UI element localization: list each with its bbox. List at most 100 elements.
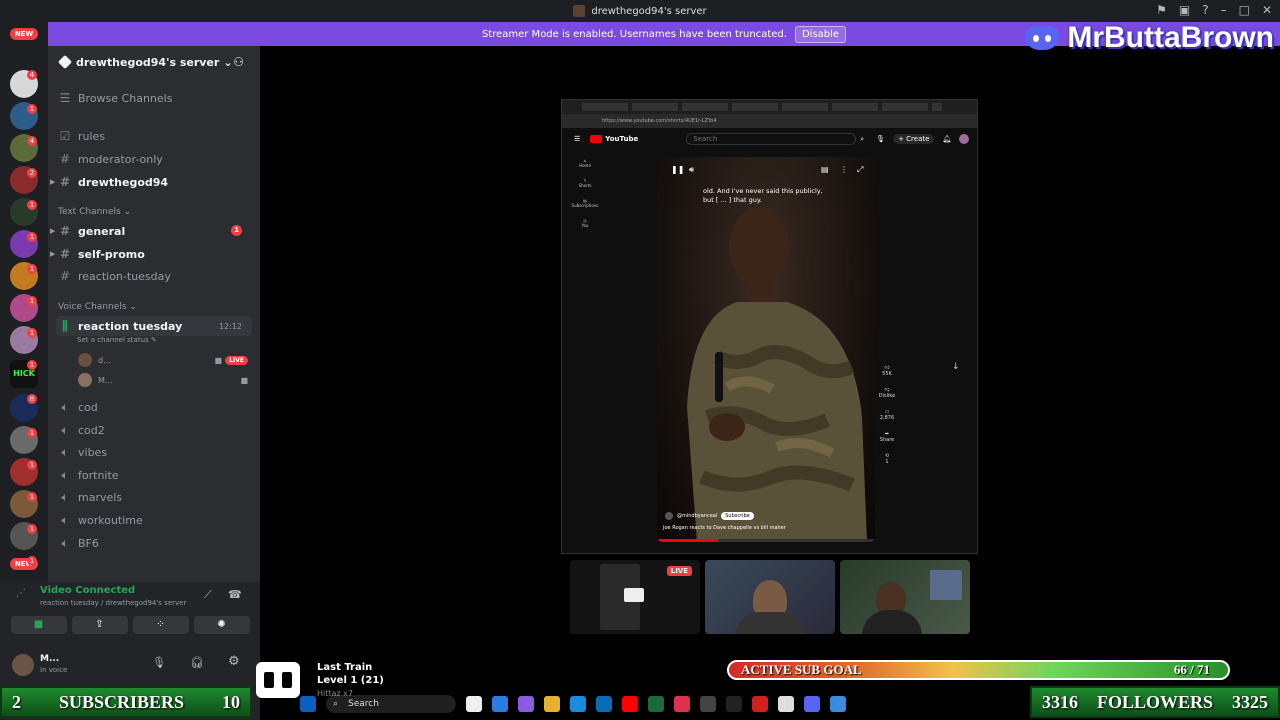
webcam-tile[interactable]: [705, 560, 835, 634]
subs-label: SUBSCRIBERS: [58, 691, 185, 712]
stream-tile[interactable]: LIVE: [570, 560, 700, 634]
voice-channel-bf6[interactable]: 🔈︎ BF6: [56, 533, 252, 553]
app-icon[interactable]: [518, 696, 534, 712]
noise-suppression-icon[interactable]: ⟋: [204, 588, 212, 602]
channel-rules[interactable]: ☑ rules: [56, 126, 252, 146]
discord-icon[interactable]: [804, 696, 820, 712]
mic-icon[interactable]: 🎙︎: [152, 656, 166, 669]
avatar[interactable]: [959, 134, 970, 144]
start-icon[interactable]: [300, 696, 316, 712]
avatar[interactable]: [12, 654, 34, 676]
rules-icon: ☑: [59, 129, 71, 143]
taskbar-search[interactable]: ⌕ Search: [326, 695, 456, 713]
voice-channel-workoutime[interactable]: 🔈︎ workoutime: [56, 510, 252, 530]
headphones-icon[interactable]: 🎧︎: [190, 656, 204, 669]
channel-general[interactable]: ▶ # general 1: [50, 221, 252, 241]
menu-icon[interactable]: ☰: [574, 135, 580, 143]
remix-button[interactable]: ⟲ 1: [878, 453, 896, 465]
app-icon[interactable]: [700, 696, 716, 712]
folder-icon[interactable]: [544, 696, 560, 712]
unread-badge: 1: [27, 200, 37, 210]
voice-user[interactable]: M... ■: [78, 372, 248, 388]
live-badge: LIVE: [225, 355, 248, 365]
settings-gear-icon[interactable]: ⚙: [228, 654, 240, 669]
progress-bar[interactable]: [657, 539, 719, 542]
share-button[interactable]: ➦ Share: [878, 431, 896, 443]
more-icon[interactable]: ⋮: [840, 165, 848, 174]
close-button[interactable]: ✕: [1262, 3, 1272, 17]
app-icon[interactable]: [726, 696, 742, 712]
help-icon[interactable]: ?: [1202, 3, 1208, 17]
activities-button[interactable]: ⁘: [132, 616, 189, 634]
server-icon: [573, 5, 586, 17]
voice-user[interactable]: d... ■ LIVE: [78, 352, 248, 368]
store-icon[interactable]: [570, 696, 586, 712]
nav-you[interactable]: ◎ You: [570, 218, 600, 228]
pause-icon[interactable]: ❚❚: [671, 165, 684, 174]
next-video-icon[interactable]: ↓: [952, 362, 960, 372]
channel-moderator-only[interactable]: # moderator-only: [56, 149, 252, 169]
inbox-icon[interactable]: ⚑: [1156, 3, 1167, 17]
search-icon[interactable]: ⌕: [860, 135, 864, 144]
app-icon[interactable]: [830, 696, 846, 712]
youtube-logo-icon: [590, 135, 603, 143]
camera-button[interactable]: ■: [10, 616, 67, 634]
category-text-channels[interactable]: Text Channels ⌄: [58, 207, 131, 217]
nav-shorts[interactable]: ϟ Shorts: [570, 178, 600, 188]
shared-browser-window: https://www.youtube.com/shorts/4UE1r-LZY…: [561, 99, 978, 554]
youtube-icon[interactable]: [622, 696, 638, 712]
server-header[interactable]: drewthegod94's server ⌄ ⚇: [48, 46, 260, 78]
minimize-button[interactable]: –: [1221, 3, 1227, 17]
screen-icon[interactable]: ▣: [1179, 3, 1190, 17]
channel-drewthegod94[interactable]: ▶ # drewthegod94: [50, 172, 252, 192]
volume-icon[interactable]: 🔊︎: [689, 165, 694, 175]
browse-channels[interactable]: ☰ Browse Channels: [56, 88, 252, 108]
youtube-wordmark: YouTube: [605, 135, 639, 143]
disable-button[interactable]: Disable: [794, 25, 847, 43]
address-bar[interactable]: https://www.youtube.com/shorts/4UE1r-LZY…: [562, 114, 977, 128]
like-button[interactable]: 👍︎ 55K: [878, 365, 896, 377]
channel-self-promo[interactable]: ▶ # self-promo: [50, 244, 252, 264]
screen-share-icon: [624, 588, 644, 602]
short-video-player[interactable]: ❚❚ 🔊︎ ▤ ⋮ ⤢ old. And I've never said thi…: [657, 157, 875, 542]
invite-icon[interactable]: ⚇: [233, 55, 244, 69]
nav-subscriptions[interactable]: ▤ Subscriptions: [570, 198, 600, 208]
dislike-button[interactable]: 👎︎ Dislike: [878, 387, 896, 399]
screen-share-button[interactable]: ⇪: [71, 616, 128, 634]
voice-channel-vibes[interactable]: 🔈︎ vibes: [56, 442, 252, 462]
webcam-tile[interactable]: [840, 560, 970, 634]
voice-channel-cod[interactable]: 🔈︎ cod: [56, 397, 252, 417]
app-icon[interactable]: [778, 696, 794, 712]
short-title: Joe Rogan reacts to Dave chappelle vs bi…: [663, 525, 786, 531]
app-icon[interactable]: [752, 696, 768, 712]
maximize-button[interactable]: □: [1239, 3, 1250, 17]
channel-handle[interactable]: @mindbyanceal: [677, 513, 717, 519]
signal-icon[interactable]: ⋰: [16, 588, 26, 599]
notifications-icon[interactable]: 🔔︎: [942, 135, 951, 143]
fullscreen-icon[interactable]: ⤢: [857, 165, 863, 175]
unread-badge: 1: [27, 492, 37, 502]
set-channel-status[interactable]: Set a channel status ✎: [77, 336, 157, 344]
voice-channel-marvels[interactable]: 🔈︎ marvels: [56, 487, 252, 507]
app-icon[interactable]: [596, 696, 612, 712]
voice-channel-reaction-tuesday[interactable]: ⫼ reaction tuesday 12:12: [56, 316, 252, 336]
voice-channel-fortnite[interactable]: 🔈︎ fortnite: [56, 465, 252, 485]
task-view-icon[interactable]: [466, 696, 482, 712]
nav-home[interactable]: ⌂ Home: [570, 158, 600, 168]
voice-channel-cod2[interactable]: 🔈︎ cod2: [56, 420, 252, 440]
channel-reaction-tuesday[interactable]: # reaction-tuesday: [56, 266, 252, 286]
create-button[interactable]: + Create: [893, 134, 935, 144]
speaker-icon: 🔈︎: [61, 489, 69, 504]
excel-icon[interactable]: [648, 696, 664, 712]
comments-button[interactable]: ▭ 2,876: [878, 409, 896, 421]
soundboard-button[interactable]: ✺: [193, 616, 250, 634]
youtube-search-input[interactable]: Search: [686, 133, 857, 145]
mic-icon[interactable]: 🎙︎: [876, 135, 885, 143]
captions-icon[interactable]: ▤: [821, 165, 829, 174]
subscribe-button[interactable]: Subscribe: [721, 512, 754, 520]
edge-icon[interactable]: [492, 696, 508, 712]
category-voice-channels[interactable]: Voice Channels ⌄: [58, 302, 137, 312]
browser-tabs[interactable]: [562, 100, 977, 114]
app-icon[interactable]: [674, 696, 690, 712]
disconnect-icon[interactable]: ☎: [228, 588, 242, 601]
